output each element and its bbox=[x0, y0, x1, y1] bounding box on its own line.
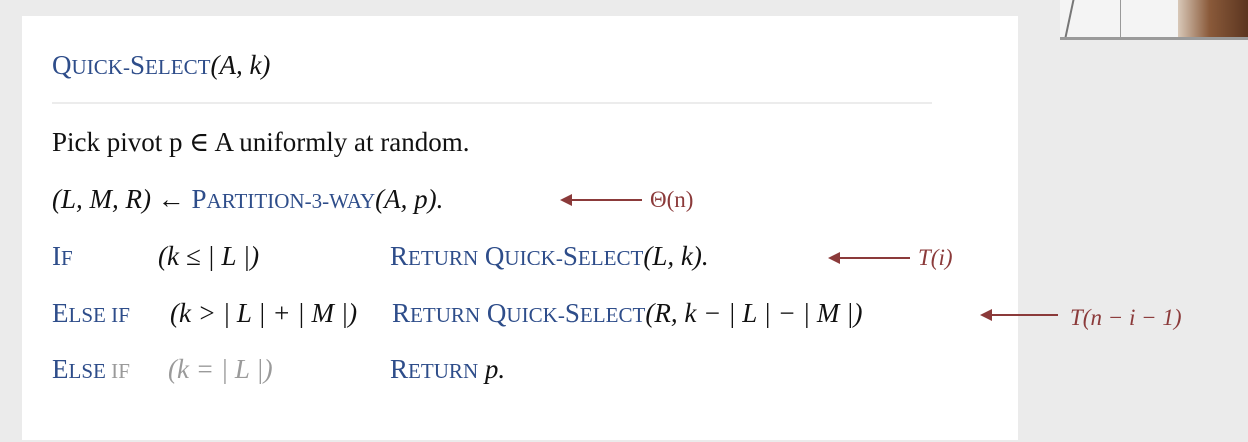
call-letter: Q bbox=[484, 241, 505, 271]
title-smallcaps: UICK- bbox=[71, 55, 130, 79]
return-letter: R bbox=[390, 354, 409, 384]
branch-cost: T(n − i − 1) bbox=[1070, 305, 1182, 330]
return-value: p. bbox=[484, 354, 506, 384]
return-statement: RETURN QUICK-SELECT(L, k). bbox=[390, 241, 709, 272]
cost-arrow bbox=[560, 194, 642, 206]
partition-args: (A, p). bbox=[375, 184, 444, 214]
return-letter: R bbox=[390, 241, 409, 271]
partition-cost: Θ(n) bbox=[650, 187, 694, 212]
else-if-condition: (k > | L | + | M |) bbox=[170, 298, 358, 328]
webcam-line bbox=[1120, 0, 1121, 40]
call-letter: Q bbox=[486, 298, 507, 328]
else-if-keyword: ELSE IF bbox=[52, 298, 130, 329]
webcam-border bbox=[1060, 37, 1248, 40]
return-statement: RETURN QUICK-SELECT(R, k − | L | − | M |… bbox=[392, 298, 863, 329]
keyword-smallcaps: F bbox=[61, 246, 73, 270]
return-smallcaps: ETURN bbox=[410, 303, 481, 327]
call-letter: S bbox=[564, 298, 580, 328]
title-divider bbox=[52, 102, 932, 104]
keyword-smallcaps: LSE bbox=[68, 359, 106, 383]
title-letter: Q bbox=[52, 50, 72, 80]
branch-cost: T(i) bbox=[918, 245, 953, 270]
pick-pivot-line: Pick pivot p ∈ A uniformly at random. bbox=[52, 127, 470, 157]
cost-arrow bbox=[828, 252, 910, 264]
call-smallcaps: UICK- bbox=[504, 246, 563, 270]
return-letter: R bbox=[392, 298, 411, 328]
webcam-line bbox=[1062, 0, 1076, 40]
partition-smallcaps: ARTITION-3-WAY bbox=[206, 189, 376, 213]
return-smallcaps: ETURN bbox=[408, 246, 479, 270]
keyword-letter: E bbox=[52, 298, 69, 328]
call-smallcaps: UICK- bbox=[506, 303, 565, 327]
call-args: (L, k). bbox=[643, 241, 709, 271]
right-background-panel bbox=[1018, 40, 1248, 442]
title-smallcaps: ELECT bbox=[145, 55, 211, 79]
keyword-letter: I bbox=[52, 241, 61, 271]
if-condition: (k ≤ | L |) bbox=[158, 241, 260, 271]
title-letter: S bbox=[129, 50, 145, 80]
if-keyword: IF bbox=[52, 241, 73, 272]
webcam-thumbnail bbox=[1060, 0, 1248, 40]
partition-lhs: (L, M, R) ← bbox=[52, 184, 192, 214]
partition-letter: P bbox=[191, 184, 207, 214]
procedure-title: QUICK-SELECT(A, k) bbox=[52, 50, 270, 81]
call-args: (R, k − | L | − | M |) bbox=[645, 298, 863, 328]
webcam-person bbox=[1178, 0, 1248, 40]
return-statement: RETURN p. bbox=[390, 354, 505, 385]
call-smallcaps: ELECT bbox=[579, 303, 646, 327]
keyword-letter: E bbox=[52, 354, 69, 384]
title-args: (A, k) bbox=[210, 50, 271, 80]
else-if-condition: (k = | L |) bbox=[168, 354, 273, 384]
return-smallcaps: ETURN bbox=[408, 359, 479, 383]
call-smallcaps: ELECT bbox=[577, 246, 644, 270]
slide: QUICK-SELECT(A, k) Pick pivot p ∈ A unif… bbox=[22, 16, 1182, 440]
call-letter: S bbox=[562, 241, 578, 271]
else-if-keyword: ELSE IF bbox=[52, 354, 130, 385]
keyword-smallcaps: IF bbox=[105, 359, 130, 383]
cost-arrow bbox=[980, 309, 1058, 321]
partition-line: (L, M, R) ← PARTITION-3-WAY(A, p). bbox=[52, 184, 443, 215]
keyword-smallcaps: LSE IF bbox=[68, 303, 130, 327]
